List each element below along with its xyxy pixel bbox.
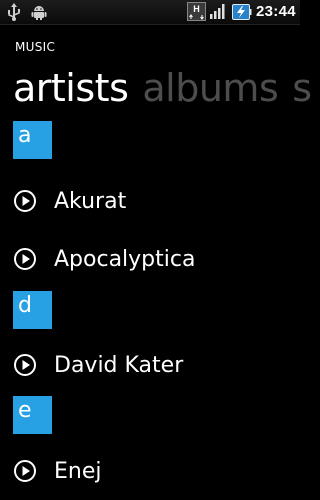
play-icon[interactable] — [13, 247, 37, 271]
h-network-icon: H — [187, 2, 206, 21]
android-icon — [31, 6, 47, 20]
pivot-header: artists albums s — [13, 63, 320, 113]
artist-name: David Kater — [54, 352, 184, 378]
artist-name: Enej — [54, 458, 102, 484]
play-icon[interactable] — [13, 353, 37, 377]
artist-row[interactable]: Apocalyptica — [13, 239, 293, 279]
battery-charging-icon — [232, 4, 252, 20]
artist-name: Apocalyptica — [54, 246, 196, 272]
tab-albums[interactable]: albums — [142, 63, 278, 113]
status-bar: H 23:44 — [0, 0, 300, 25]
group-header-a[interactable]: a — [13, 121, 52, 159]
artist-row[interactable]: Akurat — [13, 181, 293, 221]
tab-artists[interactable]: artists — [13, 63, 129, 113]
play-icon[interactable] — [13, 459, 37, 483]
signal-icon — [210, 4, 225, 19]
play-icon[interactable] — [13, 189, 37, 213]
svg-text:H: H — [193, 4, 200, 14]
tab-songs[interactable]: s — [292, 63, 312, 113]
artist-row[interactable]: Enej — [13, 451, 293, 491]
clock: 23:44 — [256, 3, 296, 20]
artist-row[interactable]: David Kater — [13, 345, 293, 385]
app-title: MUSIC — [15, 40, 56, 54]
artist-name: Akurat — [54, 188, 127, 214]
group-header-e[interactable]: e — [13, 396, 52, 434]
group-header-d[interactable]: d — [13, 291, 52, 329]
usb-icon — [8, 3, 20, 21]
